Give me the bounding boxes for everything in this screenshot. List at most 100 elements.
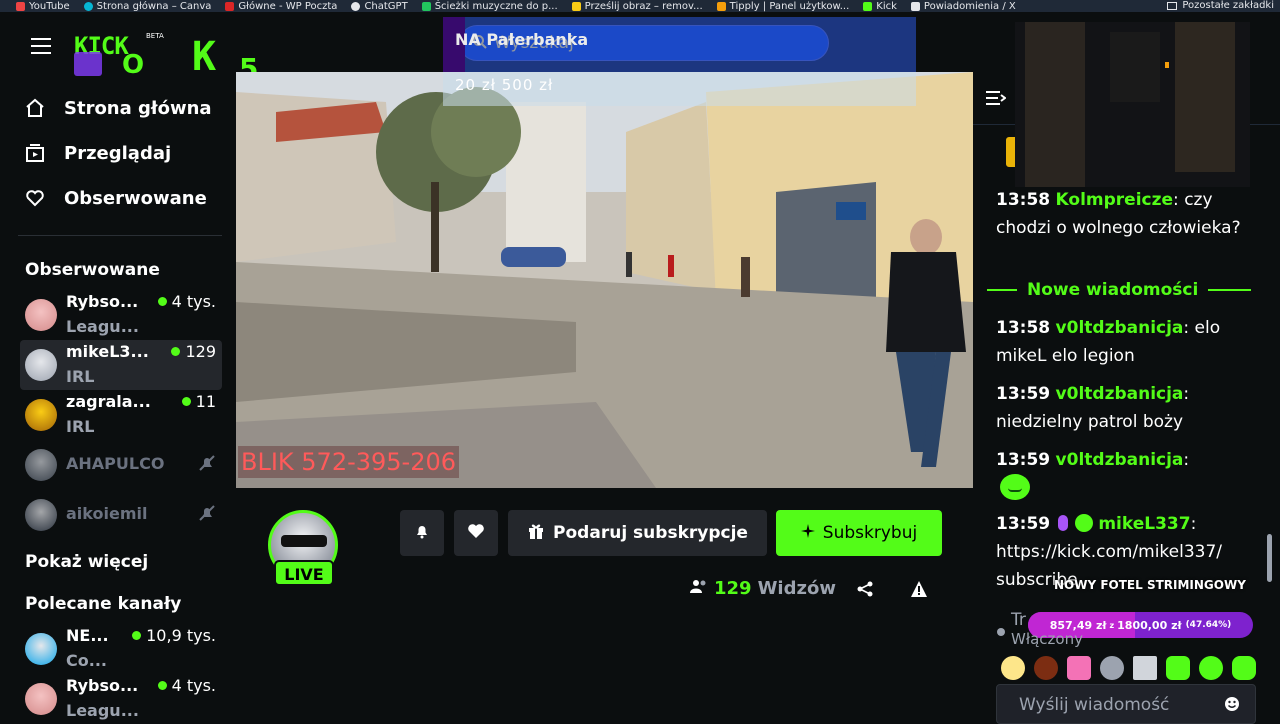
channel-name: Rybso... (66, 676, 139, 695)
bookmark-wp-poczta[interactable]: Główne - WP Poczta (225, 1, 337, 12)
mode-icon (996, 622, 1006, 641)
gift-label: Podaruj subskrypcje (553, 523, 748, 543)
avatar (25, 449, 57, 481)
heart-icon (467, 522, 485, 544)
bookmark-tipply[interactable]: Tipply | Panel użytkow... (716, 1, 849, 12)
bookmark-remove-bg[interactable]: Prześlij obraz – remov... (571, 1, 703, 12)
home-icon (24, 97, 46, 119)
emoji-icon[interactable] (1224, 696, 1240, 716)
nav-home[interactable]: Strona główna (24, 97, 212, 119)
nav-following[interactable]: Obserwowane (24, 187, 207, 209)
emote-icon[interactable] (1166, 656, 1190, 680)
viewer-count: 4 tys. (157, 676, 216, 695)
browse-icon (24, 142, 46, 164)
channel-category: Leagu... (66, 701, 139, 720)
emote-icon[interactable] (1067, 656, 1091, 680)
followed-channel-zagrala[interactable]: zagrala... 11 IRL (20, 390, 222, 440)
recommended-channel-rybso[interactable]: Rybso... 4 tys. Leagu... (20, 674, 222, 724)
gift-subscriptions-button[interactable]: Podaruj subskrypcje (508, 510, 767, 556)
music-icon (421, 1, 431, 11)
video-player[interactable]: BLIK 572-395-206 (236, 72, 973, 488)
goal-target: 1800,00 zł (1117, 618, 1182, 632)
viewer-label: Widzów (757, 578, 836, 599)
emote-icon[interactable] (1199, 656, 1223, 680)
new-messages-divider[interactable]: Nowe wiadomości (987, 280, 1251, 300)
other-bookmarks[interactable]: Pozostałe zakładki (1167, 0, 1274, 11)
goal-title: NA Pałerbanka (455, 30, 589, 49)
sidebar: KICK BETA O K 5 Strona główna Przeglądaj… (0, 12, 258, 720)
chat-message: 13:58 Kolmpreicze: czy chodzi o wolnego … (996, 190, 1241, 238)
verified-badge-icon (1074, 514, 1093, 532)
bell-icon (414, 523, 430, 543)
beta-label: BETA (146, 32, 164, 40)
chat-input-placeholder: Wyślij wiadomość (1019, 695, 1170, 715)
sidebar-divider (18, 235, 222, 236)
viewer-count: 129 Widzów (690, 578, 836, 599)
bookmark-youtube[interactable]: YouTube (16, 1, 70, 12)
report-icon[interactable] (910, 580, 928, 602)
chat-mode-status: Włączony (1011, 630, 1083, 648)
followed-channel-ahapulco[interactable]: AHAPULCO (20, 440, 222, 490)
emote-icon[interactable] (1232, 656, 1256, 680)
chat-username[interactable]: v0ltdzbanicja (1056, 384, 1184, 404)
notification-bell-button[interactable] (400, 510, 444, 556)
microphone-badge-icon (1057, 515, 1068, 531)
sub-goal-title: NOWY FOTEL STRIMINGOWY (1054, 578, 1246, 592)
new-messages-label: Nowe wiadomości (1027, 280, 1199, 300)
emote-row (1001, 655, 1261, 681)
goal-separator: z (1109, 620, 1115, 630)
emote-icon[interactable] (1001, 656, 1025, 680)
wp-icon (225, 1, 235, 11)
followed-channel-rybso[interactable]: Rybso... 4 tys. Leagu... (20, 290, 222, 340)
sparkle-icon (800, 523, 815, 543)
bookmark-kick[interactable]: Kick (863, 1, 897, 12)
bookmark-chatgpt[interactable]: ChatGPT (351, 1, 408, 12)
canva-icon (83, 1, 93, 11)
show-more-link[interactable]: Pokaż więcej (25, 552, 148, 572)
avatar (25, 499, 57, 531)
youtube-icon (16, 1, 25, 11)
live-dot-icon (132, 631, 142, 640)
image-icon (571, 1, 581, 11)
emote-icon[interactable] (1034, 656, 1058, 680)
chat-input[interactable]: Wyślij wiadomość (996, 684, 1256, 724)
channel-name: mikeL3... (66, 342, 149, 361)
share-icon[interactable] (856, 580, 874, 602)
overlay-twitch-mark (74, 52, 102, 76)
chat-username[interactable]: Kolmpreicze (1056, 190, 1174, 210)
follow-button[interactable] (454, 510, 498, 556)
chat-scrollbar[interactable] (1267, 534, 1272, 582)
menu-icon[interactable] (31, 38, 51, 54)
emote-icon[interactable] (1100, 656, 1124, 680)
chat-message: 13:58 v0ltdzbanicja: elo mikeL elo legio… (996, 318, 1221, 366)
chat-username[interactable]: mikeL337 (1098, 514, 1190, 534)
recommended-channel-ne[interactable]: NE... 10,9 tys. Co... (20, 624, 222, 674)
chat-username[interactable]: v0ltdzbanicja (1056, 450, 1184, 470)
notifications-off-icon (198, 454, 216, 476)
chat-panel: 13:58 Kolmpreicze: czy chodzi o wolnego … (973, 12, 1280, 724)
subscribe-button[interactable]: Subskrybuj (776, 510, 942, 556)
nav-home-label: Strona główna (64, 97, 212, 119)
kick-icon (863, 1, 873, 11)
avatar (25, 683, 57, 715)
bookmark-x[interactable]: Powiadomienia / X (910, 1, 1016, 12)
nav-browse[interactable]: Przeglądaj (24, 142, 171, 164)
channel-name: aikoiemil (66, 504, 148, 523)
viewer-count: 10,9 tys. (132, 626, 216, 645)
notifications-off-icon (198, 504, 216, 526)
followed-channel-mikel[interactable]: mikeL3... 129 IRL (20, 340, 222, 390)
bookmark-music[interactable]: Ścieżki muzyczne do p... (421, 1, 558, 12)
bookmark-canva[interactable]: Strona główna – Canva (83, 1, 211, 12)
video-frame (236, 72, 973, 488)
bookmarks-bar: YouTube Strona główna – Canva Główne - W… (0, 0, 1280, 12)
channel-name: AHAPULCO (66, 454, 165, 473)
collapse-chat-icon[interactable] (986, 90, 1007, 110)
folder-icon (1167, 1, 1178, 10)
chat-username[interactable]: v0ltdzbanicja (1056, 318, 1184, 338)
subscribe-label: Subskrybuj (822, 523, 918, 543)
emote-icon[interactable] (1133, 656, 1157, 680)
channel-name: Rybso... (66, 292, 139, 311)
users-icon (690, 578, 708, 599)
followed-channel-aikoiemil[interactable]: aikoiemil (20, 490, 222, 540)
viewer-number: 129 (714, 578, 752, 599)
